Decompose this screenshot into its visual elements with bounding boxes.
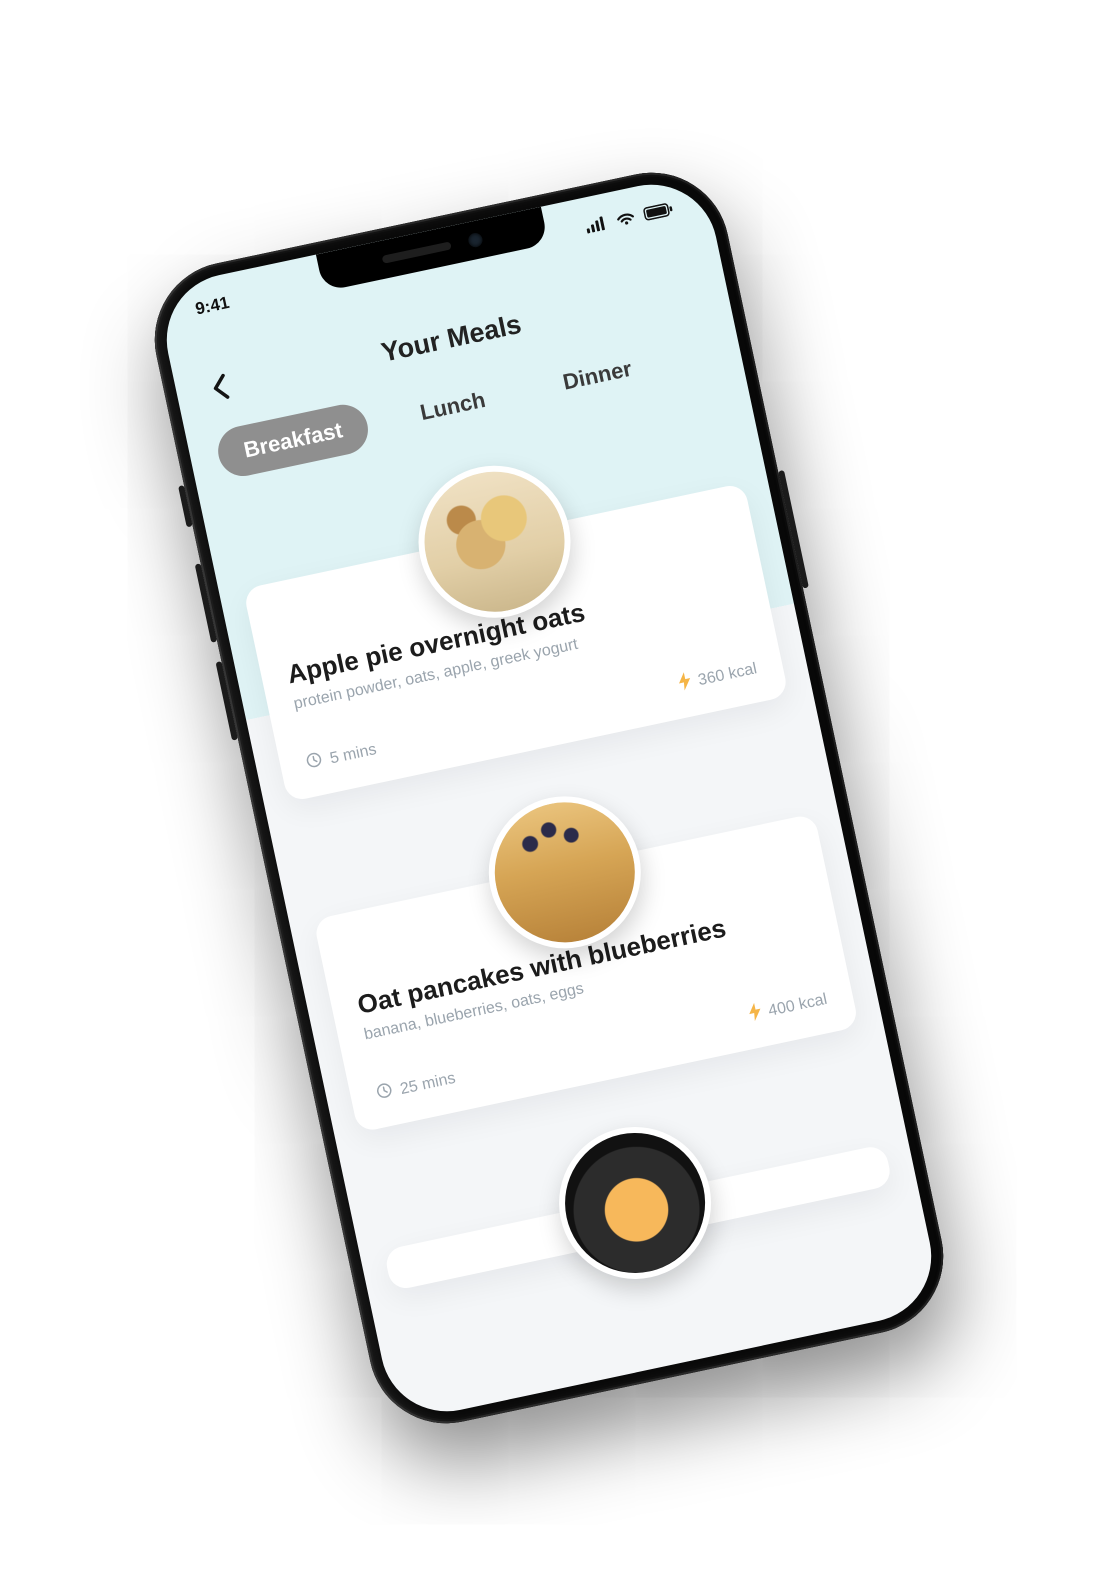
- status-time: 9:41: [194, 292, 231, 319]
- food-image-icon: [482, 789, 648, 955]
- food-image-icon: [412, 458, 578, 624]
- screen: 9:41: [155, 172, 944, 1423]
- cellular-icon: [585, 215, 609, 233]
- clock-icon: [375, 1081, 395, 1105]
- tab-breakfast[interactable]: Breakfast: [214, 400, 373, 481]
- meal-card[interactable]: [383, 1143, 893, 1291]
- food-image-icon: [552, 1119, 718, 1285]
- meal-card[interactable]: Oat pancakes with blueberries banana, bl…: [313, 813, 859, 1133]
- camera-icon: [467, 231, 484, 248]
- device-volume-up: [195, 563, 218, 642]
- meal-kcal: 400 kcal: [767, 990, 829, 1020]
- meal-time: 25 mins: [399, 1069, 458, 1098]
- clock-icon: [304, 750, 324, 774]
- tab-dinner[interactable]: Dinner: [533, 338, 662, 412]
- device-frame: 9:41: [140, 158, 957, 1438]
- meal-kcal: 360 kcal: [696, 659, 758, 689]
- bolt-icon: [747, 1001, 765, 1026]
- meal-time: 5 mins: [328, 740, 378, 767]
- bolt-icon: [676, 670, 694, 695]
- meal-photo: [545, 1112, 725, 1292]
- device-mute-switch: [178, 485, 193, 527]
- meal-card[interactable]: Apple pie overnight oats protein powder,…: [243, 482, 789, 802]
- battery-icon: [642, 201, 674, 221]
- wifi-icon: [614, 209, 637, 227]
- speaker-icon: [382, 241, 452, 263]
- tab-lunch[interactable]: Lunch: [390, 369, 516, 442]
- device-volume-down: [216, 661, 239, 740]
